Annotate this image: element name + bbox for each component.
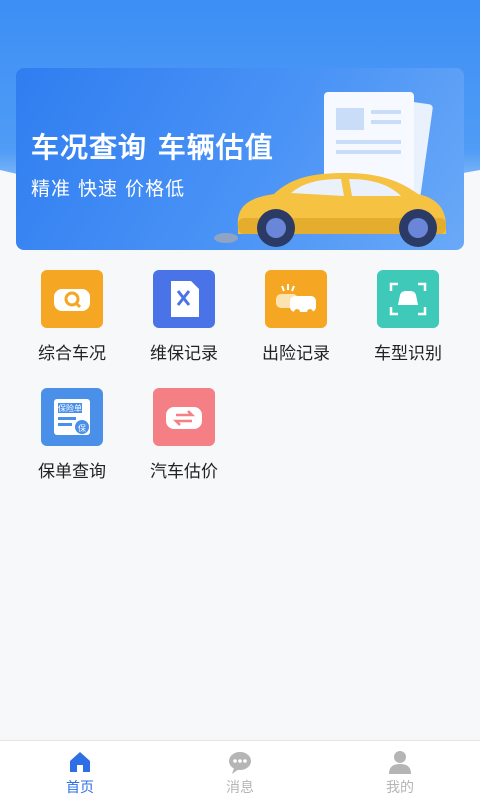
service-policy-query[interactable]: 保险单 保 保单查询 [12, 388, 132, 488]
service-label: 维保记录 [150, 344, 218, 364]
bottom-tab-bar: 首页 消息 我的 [0, 740, 480, 801]
policy-icon-text: 保险单 [58, 403, 82, 413]
tab-label: 消息 [226, 780, 254, 796]
service-label: 汽车估价 [150, 462, 218, 482]
service-car-valuation[interactable]: 汽车估价 [124, 388, 244, 488]
service-maintenance-records[interactable]: 维保记录 [124, 270, 244, 370]
service-label: 保单查询 [38, 462, 106, 482]
profile-icon [389, 751, 411, 774]
service-label: 综合车况 [38, 344, 106, 364]
banner-subtitle: 精准 快速 价格低 [31, 178, 186, 200]
tab-label: 我的 [386, 780, 414, 796]
tab-profile[interactable]: 我的 [320, 741, 480, 801]
policy-icon: 保险单 保 [41, 388, 103, 446]
promo-banner[interactable]: 车况查询 车辆估值 精准 快速 价格低 [16, 68, 464, 250]
service-label: 出险记录 [262, 344, 330, 364]
service-accident-records[interactable]: 出险记录 [236, 270, 356, 370]
message-icon [229, 752, 251, 774]
service-vehicle-condition[interactable]: 综合车况 [12, 270, 132, 370]
service-model-recognition[interactable]: 车型识别 [348, 270, 468, 370]
car-valuation-icon [153, 388, 215, 446]
car-illustration [214, 92, 446, 247]
service-label: 车型识别 [374, 344, 442, 364]
car-scan-icon [377, 270, 439, 328]
tab-home[interactable]: 首页 [0, 741, 160, 801]
home-icon [70, 752, 90, 772]
car-search-icon [41, 270, 103, 328]
maintenance-icon [153, 270, 215, 328]
tab-label: 首页 [66, 780, 94, 796]
accident-icon [265, 270, 327, 328]
tab-messages[interactable]: 消息 [160, 741, 320, 801]
policy-icon-badge: 保 [78, 423, 86, 433]
